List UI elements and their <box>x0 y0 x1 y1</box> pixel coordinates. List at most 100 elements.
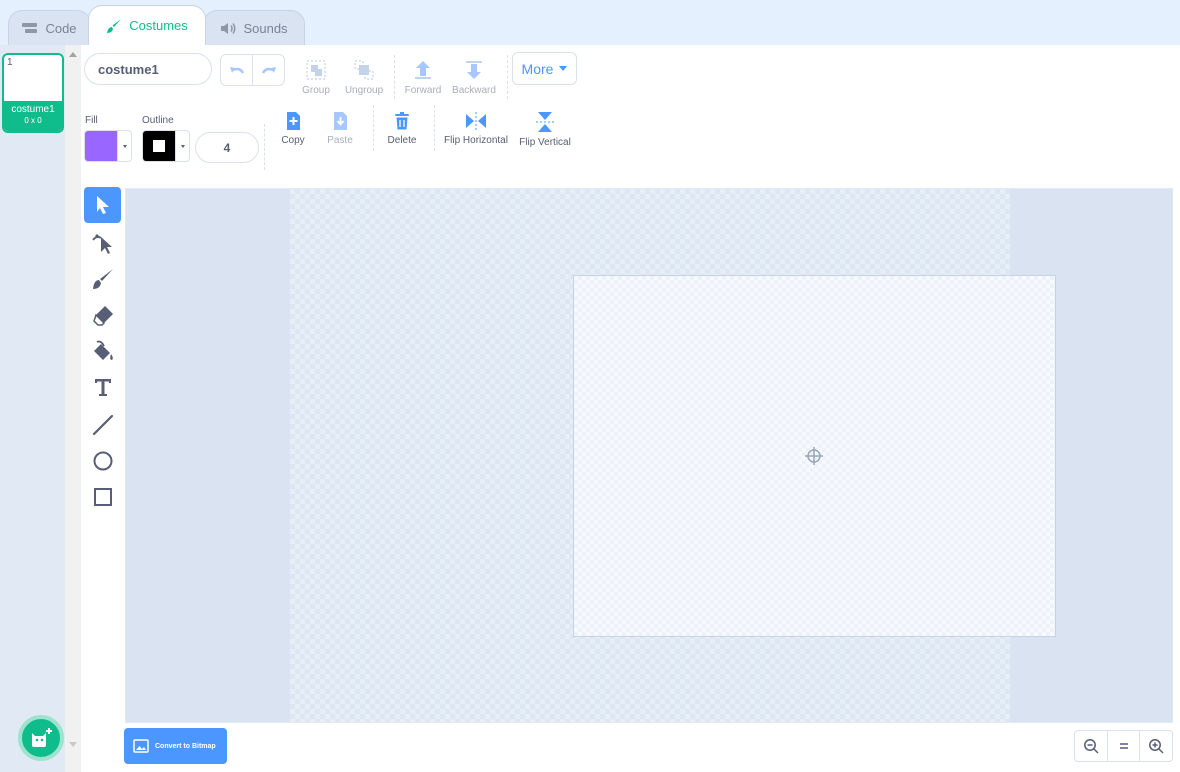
costume-item[interactable]: 1 costume1 0 x 0 <box>2 53 64 133</box>
convert-to-bitmap-label: Convert to Bitmap <box>155 742 216 750</box>
choose-costume-button[interactable] <box>18 715 64 761</box>
toolbar-divider <box>264 124 265 170</box>
code-icon <box>22 23 38 33</box>
flip-horizontal-button[interactable]: Flip Horizontal <box>443 111 509 146</box>
chevron-down-icon <box>559 66 568 71</box>
equals-icon <box>1119 743 1128 749</box>
forward-label: Forward <box>404 85 442 96</box>
backward-button[interactable]: Backward <box>451 59 497 96</box>
tab-sounds-label: Sounds <box>243 20 288 36</box>
zoom-in-icon <box>1149 739 1164 754</box>
toolbar-divider <box>373 105 374 151</box>
tab-code-label: Code <box>45 20 77 36</box>
ungroup-icon <box>354 60 374 80</box>
line-icon <box>92 414 113 436</box>
delete-button[interactable]: Delete <box>386 111 418 146</box>
chevron-down-icon <box>175 131 189 161</box>
paint-bucket-icon <box>93 340 113 360</box>
tab-code[interactable]: Code <box>8 10 91 45</box>
zoom-reset-button[interactable] <box>1106 731 1140 761</box>
delete-label: Delete <box>387 135 417 146</box>
paint-editor: costume1 Group Ungroup Forward Backward … <box>81 45 1180 772</box>
zoom-in-button[interactable] <box>1139 731 1172 761</box>
arrow-cursor-icon <box>96 196 109 214</box>
flip-horizontal-label: Flip Horizontal <box>444 135 508 146</box>
image-icon <box>133 739 149 753</box>
flip-vertical-icon <box>536 112 554 132</box>
undo-button[interactable] <box>221 55 252 85</box>
canvas-workspace[interactable] <box>290 189 1056 722</box>
outline-color-picker[interactable] <box>142 130 190 162</box>
flip-vertical-label: Flip Vertical <box>519 137 571 148</box>
editor-tabs: Code Sounds Costumes <box>0 0 1180 45</box>
brush-icon <box>92 269 113 289</box>
backward-label: Backward <box>452 85 496 96</box>
costume-info-bar: costume1 0 x 0 <box>4 101 62 131</box>
paintbrush-icon <box>107 18 122 33</box>
outline-width-input[interactable]: 4 <box>195 132 259 163</box>
redo-button[interactable] <box>252 55 284 85</box>
trash-icon <box>395 112 409 130</box>
costume-name: costume1 <box>11 104 55 115</box>
group-button[interactable]: Group <box>300 59 332 96</box>
costume-stage-bounds[interactable] <box>573 275 1056 637</box>
undo-icon <box>229 67 244 74</box>
cat-plus-icon <box>32 728 52 747</box>
rectangle-tool[interactable] <box>84 479 121 515</box>
zoom-controls <box>1074 730 1173 762</box>
toolbar-divider <box>394 55 395 99</box>
costume-list-scrollbar[interactable] <box>65 45 81 772</box>
forward-button[interactable]: Forward <box>404 59 442 96</box>
text-tool[interactable] <box>84 369 121 405</box>
fill-swatch <box>85 131 117 161</box>
redo-icon <box>261 67 276 74</box>
costume-size: 0 x 0 <box>24 116 42 125</box>
more-label: More <box>521 60 554 77</box>
outline-swatch <box>143 131 175 161</box>
reshape-tool[interactable] <box>84 225 121 261</box>
ungroup-button[interactable]: Ungroup <box>344 59 384 96</box>
scroll-down-arrow-icon[interactable] <box>69 742 77 747</box>
flip-horizontal-icon <box>466 112 486 130</box>
paint-canvas-area[interactable] <box>125 188 1173 723</box>
backward-icon <box>466 61 482 79</box>
paste-button[interactable]: Paste <box>325 111 355 146</box>
convert-to-bitmap-button[interactable]: Convert to Bitmap <box>124 728 227 764</box>
tab-costumes-label: Costumes <box>129 18 188 33</box>
zoom-out-icon <box>1083 739 1099 754</box>
copy-icon <box>287 112 300 130</box>
line-tool[interactable] <box>84 407 121 443</box>
costume-name-input[interactable]: costume1 <box>84 53 212 85</box>
toolbar-divider <box>434 105 435 151</box>
group-icon <box>306 60 326 80</box>
circle-tool[interactable] <box>84 443 121 479</box>
costume-list: 1 costume1 0 x 0 <box>0 45 65 772</box>
tab-costumes[interactable]: Costumes <box>88 5 206 45</box>
speaker-icon <box>221 22 236 34</box>
tab-sounds[interactable]: Sounds <box>203 10 305 45</box>
outline-label: Outline <box>142 115 174 126</box>
paste-label: Paste <box>327 135 353 146</box>
circle-icon <box>93 451 112 471</box>
paste-icon <box>334 112 347 130</box>
rotation-center-icon[interactable] <box>805 447 823 465</box>
fill-color-picker[interactable] <box>84 130 132 162</box>
costume-list-panel: 1 costume1 0 x 0 <box>0 45 81 772</box>
flip-vertical-button[interactable]: Flip Vertical <box>518 111 572 148</box>
eraser-icon <box>92 306 113 326</box>
forward-icon <box>415 61 431 79</box>
copy-button[interactable]: Copy <box>278 111 308 146</box>
text-icon <box>94 379 111 396</box>
brush-tool[interactable] <box>84 261 121 297</box>
group-label: Group <box>302 85 330 96</box>
fill-tool[interactable] <box>84 333 121 369</box>
scroll-up-arrow-icon[interactable] <box>69 52 77 57</box>
select-tool[interactable] <box>84 187 121 223</box>
eraser-tool[interactable] <box>84 297 121 333</box>
fill-label: Fill <box>85 115 98 126</box>
more-button[interactable]: More <box>512 52 577 85</box>
ungroup-label: Ungroup <box>344 85 384 96</box>
costume-number: 1 <box>7 57 13 68</box>
zoom-out-button[interactable] <box>1075 731 1107 761</box>
reshape-icon <box>91 234 112 254</box>
